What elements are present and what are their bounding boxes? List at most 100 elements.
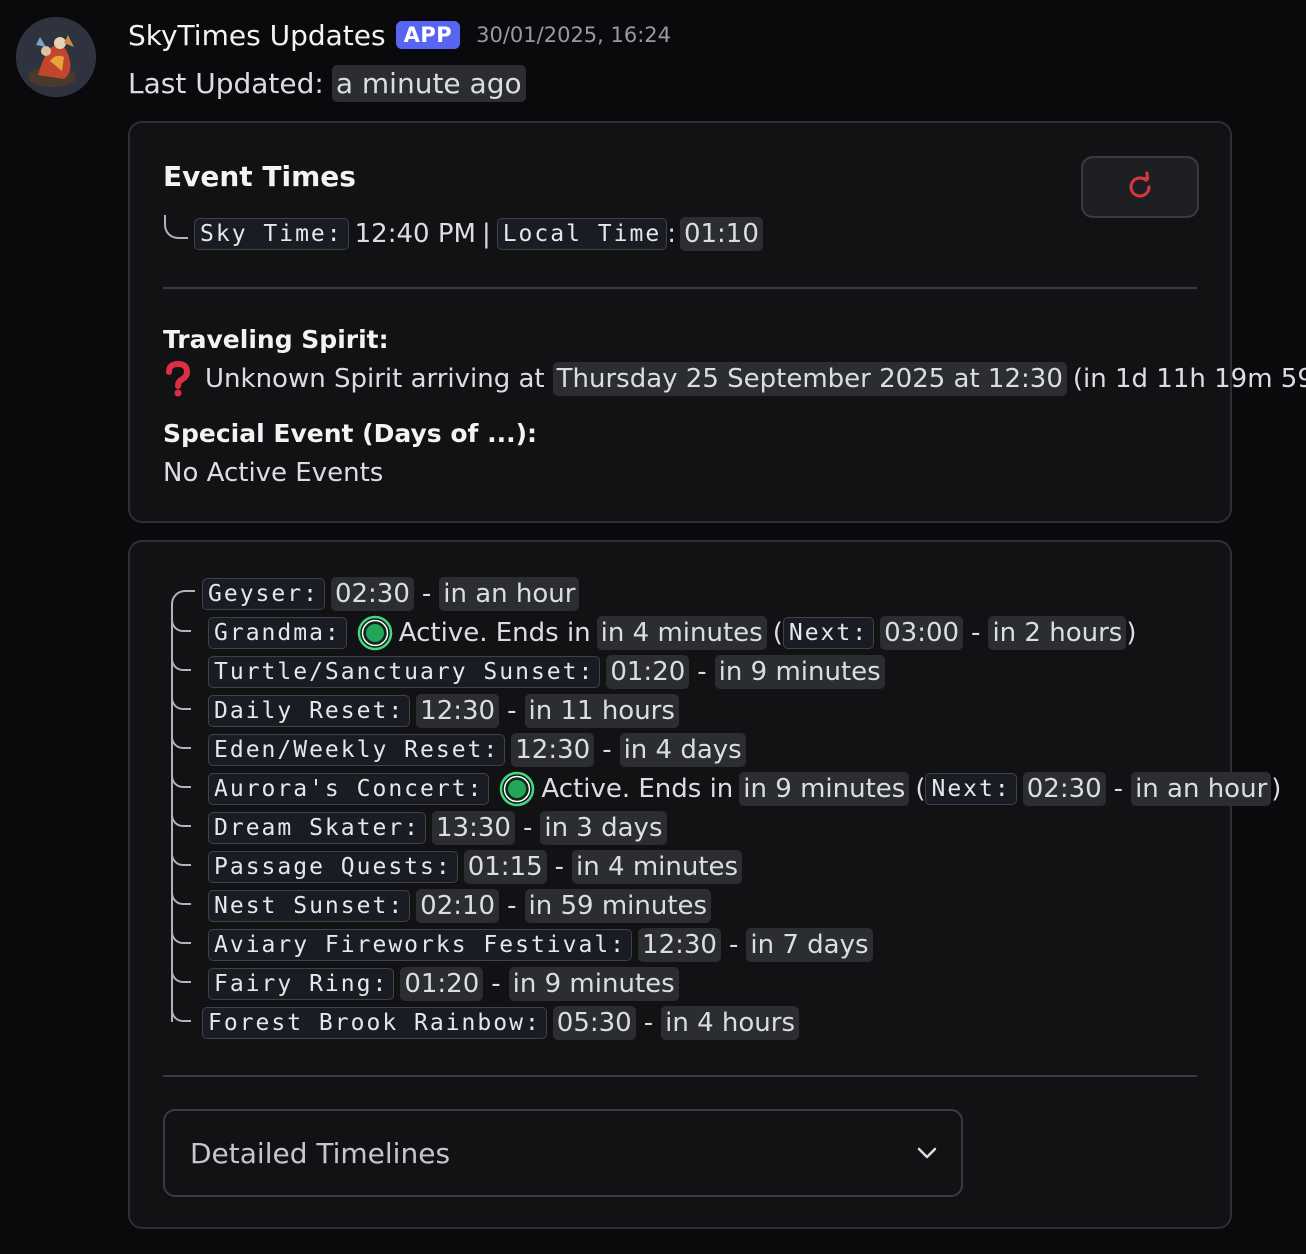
special-event-text: No Active Events — [163, 458, 384, 488]
event-relative: in 7 days — [746, 928, 873, 962]
event-time: 05:30 — [552, 1006, 636, 1040]
dash: - — [971, 618, 981, 648]
paren-open: ( — [915, 774, 926, 804]
avatar[interactable] — [16, 17, 96, 97]
event-time: 02:10 — [416, 889, 500, 923]
event-row: Nest Sunset: 02:10- in 59 minutes — [208, 887, 712, 925]
dropdown-label: Detailed Timelines — [190, 1136, 451, 1170]
dash: - — [522, 813, 533, 843]
event-times-card: Event Times Sky Time: 12:40 PM | Local T… — [128, 121, 1306, 523]
event-time: 01:15 — [463, 850, 547, 884]
paren-close: ) — [1126, 618, 1137, 648]
tree-branch — [171, 807, 191, 827]
message-header: SkyTimes Updates APP 30/01/2025, 16:24 — [128, 14, 671, 56]
sky-time-value: 12:40 PM — [354, 219, 476, 249]
event-time: 12:30 — [638, 928, 721, 962]
event-relative: in an hour — [439, 577, 580, 611]
event-label: Eden/Weekly Reset: — [208, 734, 506, 766]
traveling-spirit-text: Unknown Spirit arriving at Thursday 25 S… — [163, 359, 1306, 399]
active-indicator-icon — [500, 771, 535, 807]
tree-branch — [171, 963, 191, 983]
app-badge: APP — [395, 21, 461, 49]
event-relative: in 9 minutes — [508, 967, 679, 1001]
event-row: Passage Quests: 01:15- in 4 minutes — [208, 848, 743, 886]
tree-branch — [171, 612, 191, 632]
tree-start — [171, 590, 195, 606]
spirit-countdown: (in 1d 11h 19m 59s) — [1072, 364, 1306, 394]
tree-branch — [171, 924, 191, 944]
last-updated-value: a minute ago — [331, 64, 526, 102]
last-updated: Last Updated: a minute ago — [128, 60, 526, 106]
tree-branch — [171, 729, 191, 749]
message: SkyTimes Updates APP 30/01/2025, 16:24 L… — [0, 0, 1306, 1254]
username[interactable]: SkyTimes Updates — [128, 19, 386, 52]
timestamp: 30/01/2025, 16:24 — [476, 23, 672, 47]
divider — [163, 1075, 1197, 1077]
event-label: Turtle/Sanctuary Sunset: — [208, 656, 601, 688]
dash: - — [697, 657, 707, 687]
event-row: Eden/Weekly Reset: 12:30- in 4 days — [208, 731, 746, 769]
event-label: Daily Reset: — [208, 695, 411, 727]
event-label: Aurora's Concert: — [208, 773, 490, 805]
next-relative: in an hour — [1131, 772, 1272, 806]
active-text: Active. Ends in — [398, 618, 591, 648]
event-label: Nest Sunset: — [208, 890, 411, 922]
next-label: Next: — [925, 773, 1017, 805]
time-line: Sky Time: 12:40 PM | Local Time : 01:10 — [164, 214, 763, 254]
last-updated-label: Last Updated: — [128, 66, 324, 100]
event-label: Passage Quests: — [208, 851, 458, 883]
event-row: Aviary Fireworks Festival: 12:30- in 7 day… — [208, 926, 873, 964]
special-event-title: Special Event (Days of ...): — [163, 419, 537, 448]
event-label: Geyser: — [202, 578, 325, 610]
event-relative: in 3 days — [540, 811, 667, 845]
event-label: Dream Skater: — [208, 812, 427, 844]
spirit-date: Thursday 25 September 2025 at 12:30 — [552, 362, 1067, 396]
event-label: Forest Brook Rainbow: — [202, 1007, 547, 1039]
event-times-title: Event Times — [163, 160, 356, 193]
dash: - — [1113, 774, 1124, 804]
event-relative: in 11 hours — [524, 694, 679, 728]
event-label: Grandma: — [208, 617, 347, 649]
tree-corner — [164, 215, 188, 239]
colon: : — [667, 219, 676, 249]
traveling-spirit-title: Traveling Spirit: — [163, 325, 389, 354]
dash: - — [554, 852, 565, 882]
refresh-icon — [1129, 171, 1151, 198]
event-row: Geyser: 02:30- in an hour — [202, 575, 580, 613]
event-relative: in 59 minutes — [524, 889, 712, 923]
paren-open: ( — [772, 618, 783, 648]
tree-branch — [171, 768, 191, 788]
active-indicator-icon — [357, 615, 393, 651]
event-time: 13:30 — [432, 811, 515, 845]
paren-close: ) — [1271, 774, 1282, 804]
dash: - — [643, 1008, 654, 1038]
local-time-value: 01:10 — [679, 217, 763, 251]
event-relative: in 9 minutes — [714, 655, 885, 689]
next-relative: in 2 hours — [988, 616, 1127, 650]
active-text: Active. Ends in — [541, 774, 734, 804]
next-time: 02:30 — [1022, 772, 1106, 806]
event-row: Dream Skater: 13:30- in 3 days — [208, 809, 667, 847]
local-time-label: Local Time — [496, 218, 668, 250]
tree-branch — [171, 885, 191, 905]
dash: - — [507, 696, 517, 726]
event-time: 01:20 — [400, 967, 484, 1001]
dash: - — [602, 735, 612, 765]
next-label: Next: — [782, 617, 875, 649]
ends-in: in 4 minutes — [596, 616, 767, 650]
dash: - — [421, 579, 432, 609]
event-row: Aurora's Concert: Active. Ends in in 9 min… — [208, 770, 1281, 808]
refresh-button[interactable] — [1081, 156, 1199, 218]
event-time: 01:20 — [606, 655, 690, 689]
event-relative: in 4 minutes — [572, 850, 743, 884]
question-mark-icon — [166, 361, 191, 397]
spirit-text: Unknown Spirit arriving at — [205, 364, 545, 394]
event-schedule-card: Geyser: 02:30- in an hour Grandma: Active. E… — [128, 540, 1281, 1229]
next-time: 03:00 — [880, 616, 964, 650]
tree-branch — [171, 846, 191, 866]
event-label: Fairy Ring: — [208, 968, 395, 1000]
sky-time-label: Sky Time: — [194, 218, 349, 250]
chevron-down-icon — [917, 1147, 937, 1159]
event-relative: in 4 hours — [661, 1006, 799, 1040]
detailed-timelines-dropdown[interactable]: Detailed Timelines — [163, 1109, 963, 1197]
